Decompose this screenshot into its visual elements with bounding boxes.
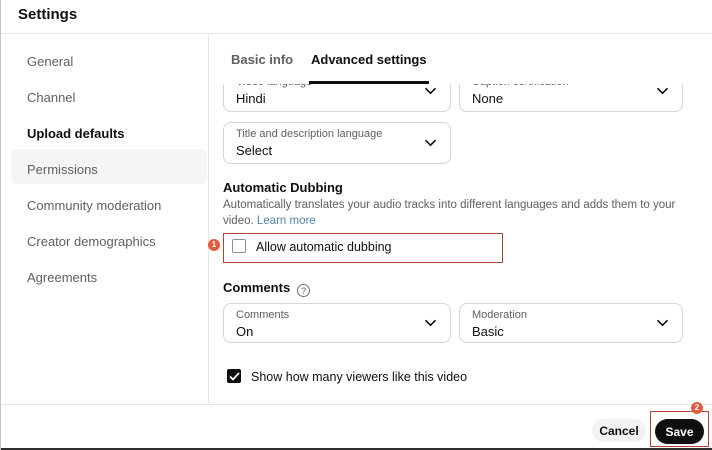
tab-advanced-settings[interactable]: Advanced settings: [309, 52, 429, 84]
comments-heading: Comments?: [223, 280, 311, 297]
sidebar-item-upload-defaults[interactable]: Upload defaults: [1, 116, 208, 152]
automatic-dubbing-heading: Automatic Dubbing: [223, 180, 343, 195]
upload-defaults-panel: Basic info Advanced settings Video langu…: [223, 34, 712, 404]
checkmark-icon: [229, 372, 240, 381]
settings-dialog: Settings General Channel Upload defaults…: [0, 0, 712, 450]
moderation-dropdown[interactable]: Moderation Basic: [459, 303, 683, 343]
tab-basic-info[interactable]: Basic info: [231, 52, 293, 84]
show-likes-label: Show how many viewers like this video: [251, 370, 468, 384]
comments-dropdown-value: On: [236, 324, 254, 339]
caption-certification-dropdown[interactable]: Caption certification None: [459, 84, 683, 112]
sidebar-item-creator-demographics[interactable]: Creator demographics: [1, 224, 208, 260]
annotation-badge-1: 1: [208, 239, 220, 251]
chevron-down-icon: [656, 319, 669, 327]
comments-dropdown[interactable]: Comments On: [223, 303, 451, 343]
scrolled-content: Video language Hindi Caption certificati…: [223, 84, 712, 404]
allow-automatic-dubbing-label: Allow automatic dubbing: [256, 240, 392, 254]
video-language-dropdown[interactable]: Video language Hindi: [223, 84, 451, 112]
annotation-badge-2: 2: [691, 402, 703, 414]
title-description-language-label: Title and description language: [236, 128, 383, 140]
tab-bar: Basic info Advanced settings: [223, 34, 712, 84]
cancel-button[interactable]: Cancel: [592, 419, 646, 442]
moderation-dropdown-value: Basic: [472, 324, 504, 339]
sidebar-item-agreements[interactable]: Agreements: [1, 260, 208, 296]
chevron-down-icon: [424, 139, 437, 147]
settings-sidebar: General Channel Upload defaults Permissi…: [1, 34, 209, 404]
page-title: Settings: [18, 6, 78, 23]
help-icon[interactable]: ?: [297, 284, 311, 297]
show-likes-checkbox[interactable]: [227, 369, 241, 383]
scroll-viewport[interactable]: Video language Hindi Caption certificati…: [223, 84, 712, 404]
save-button[interactable]: Save: [655, 419, 704, 444]
sidebar-item-community-moderation[interactable]: Community moderation: [1, 188, 208, 224]
allow-automatic-dubbing-checkbox[interactable]: [232, 239, 246, 253]
footer-divider: [1, 404, 712, 405]
video-language-value: Hindi: [236, 91, 266, 106]
comments-dropdown-label: Comments: [236, 309, 290, 321]
chevron-down-icon: [424, 319, 437, 327]
caption-certification-value: None: [472, 91, 504, 106]
chevron-down-icon: [656, 87, 669, 95]
title-description-language-value: Select: [236, 143, 273, 158]
title-description-language-dropdown[interactable]: Title and description language Select: [223, 122, 451, 164]
sidebar-item-channel[interactable]: Channel: [1, 80, 208, 116]
chevron-down-icon: [424, 87, 437, 95]
moderation-dropdown-label: Moderation: [472, 309, 528, 321]
sidebar-item-permissions[interactable]: Permissions: [1, 152, 208, 188]
automatic-dubbing-description: Automatically translates your audio trac…: [223, 197, 681, 229]
sidebar-item-general[interactable]: General: [1, 44, 208, 80]
learn-more-link[interactable]: Learn more: [257, 215, 316, 227]
comments-heading-text: Comments: [223, 280, 291, 295]
